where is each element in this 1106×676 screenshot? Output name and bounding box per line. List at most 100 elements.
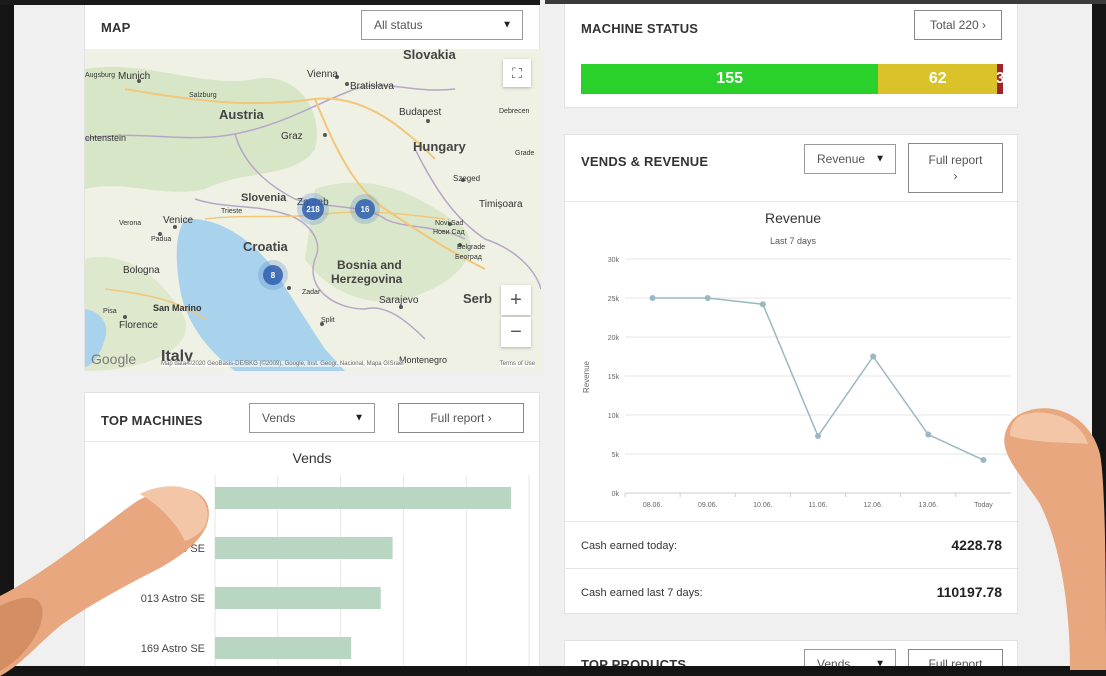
- map-place-label: San Marino: [153, 303, 202, 313]
- revenue-metric-value: Revenue: [817, 152, 866, 166]
- dropdown-arrow-icon: ▼: [875, 658, 885, 667]
- total-machines-button[interactable]: Total 220 ›: [914, 10, 1002, 40]
- zoom-in-button[interactable]: +: [501, 285, 531, 315]
- revenue-metric-select[interactable]: Revenue ▼: [804, 144, 896, 174]
- revenue-data-point: [925, 431, 932, 438]
- revenue-x-tick: 10.06.: [753, 502, 773, 509]
- zoom-out-button[interactable]: −: [501, 317, 531, 347]
- revenue-chart-subtitle: Last 7 days: [770, 236, 817, 246]
- map-place-label: Bosnia and: [337, 258, 402, 272]
- full-report-label: Full report: [430, 411, 485, 425]
- map-terms-link[interactable]: Terms of Use: [499, 361, 535, 367]
- map-place-label: Belgrade: [457, 244, 485, 251]
- chevron-right-icon: ›: [487, 411, 492, 425]
- vends-bar: [215, 537, 393, 559]
- revenue-y-tick: 20k: [608, 335, 620, 342]
- revenue-chart-title: Revenue: [765, 210, 821, 226]
- chevron-right-icon: ›: [982, 18, 987, 32]
- divider: [565, 521, 1019, 522]
- vends-bar: [215, 587, 381, 609]
- revenue-x-tick: 09.06.: [698, 502, 718, 509]
- vends-revenue-title: VENDS & REVENUE: [581, 154, 709, 169]
- map-place-label: Montenegro: [399, 355, 447, 365]
- map-place-label: Graz: [281, 131, 303, 142]
- revenue-data-point: [759, 301, 766, 308]
- machine-status-card: MACHINE STATUS Total 220 › 155 62 3: [564, 0, 1018, 108]
- revenue-y-tick: 5k: [612, 452, 620, 459]
- map-status-select[interactable]: All status ▼: [361, 10, 523, 40]
- map-title: MAP: [101, 20, 131, 35]
- map-place-label: Trieste: [221, 208, 242, 215]
- map-place-label: Padua: [151, 236, 171, 243]
- top-frame-edge: [545, 0, 1106, 4]
- svg-text:218: 218: [306, 205, 320, 214]
- status-segment[interactable]: 3: [997, 64, 1003, 94]
- right-hand-finger: [1004, 408, 1106, 670]
- revenue-x-tick: 13.06.: [919, 502, 939, 509]
- total-label: Total 220: [929, 18, 979, 32]
- map-place-label: Salzburg: [189, 92, 217, 99]
- vends-bar: [215, 637, 352, 659]
- revenue-full-report-button[interactable]: Full report ›: [908, 143, 1003, 193]
- status-segment[interactable]: 62: [878, 64, 998, 94]
- vends-chart-title: Vends: [293, 450, 332, 466]
- svg-text:16: 16: [361, 205, 370, 214]
- vends-bar: [215, 487, 511, 509]
- map-place-label: Slovakia: [403, 49, 457, 62]
- divider: [565, 201, 1019, 202]
- divider: [85, 441, 541, 442]
- revenue-y-tick: 25k: [608, 296, 620, 303]
- map-place-label: Austria: [219, 107, 265, 122]
- map-card: MAP All status ▼ Slovakia Munich Vienna …: [84, 0, 541, 371]
- revenue-data-point: [870, 353, 877, 360]
- machine-status-bar: 155 62 3: [581, 64, 1003, 94]
- revenue-data-point: [815, 433, 821, 440]
- map-place-label: Florence: [119, 320, 158, 331]
- map-canvas: Slovakia Munich Vienna Bratislava Augsbu…: [85, 49, 541, 371]
- map-cluster-marker[interactable]: 16: [350, 194, 380, 224]
- map-view[interactable]: Slovakia Munich Vienna Bratislava Augsbu…: [85, 49, 541, 371]
- map-place-label: Нови Сад: [433, 229, 465, 236]
- map-place-label: Munich: [118, 71, 150, 82]
- dropdown-arrow-icon: ▼: [354, 412, 364, 424]
- cash-7days-label: Cash earned last 7 days:: [581, 587, 703, 599]
- top-machines-title: TOP MACHINES: [101, 413, 203, 428]
- map-place-label: Herzegovina: [331, 272, 403, 286]
- top-products-metric-select[interactable]: Vends ▼: [804, 649, 896, 666]
- top-machines-metric-select[interactable]: Vends ▼: [249, 403, 375, 433]
- top-machines-full-report-button[interactable]: Full report ›: [398, 403, 524, 433]
- map-place-label: Zadar: [302, 289, 321, 296]
- revenue-y-tick: 30k: [608, 257, 620, 264]
- map-attribution: Map data ©2020 GeoBasis-DE/BKG (©2009), …: [161, 361, 404, 367]
- map-status-select-value: All status: [374, 18, 423, 32]
- status-segment[interactable]: 155: [581, 64, 879, 94]
- svg-text:8: 8: [271, 271, 276, 280]
- fullscreen-icon[interactable]: ⛶: [503, 59, 531, 87]
- map-place-label: Split: [321, 317, 335, 324]
- map-place-label: Bratislava: [350, 81, 394, 92]
- top-products-title: TOP PRODUCTS: [581, 657, 687, 666]
- map-place-label: Sarajevo: [379, 295, 419, 306]
- map-place-label: chtenstein: [85, 133, 126, 143]
- map-cluster-marker[interactable]: 8: [258, 260, 288, 290]
- dropdown-arrow-icon: ▼: [875, 153, 885, 165]
- map-place-label: Novi Sad: [435, 220, 464, 227]
- map-place-label: Serb: [463, 291, 492, 306]
- left-hand-finger: [0, 486, 209, 676]
- top-machines-metric-value: Vends: [262, 411, 296, 425]
- map-place-label: Vienna: [307, 69, 338, 80]
- machine-status-title: MACHINE STATUS: [581, 21, 699, 36]
- revenue-x-tick: 12.06.: [863, 502, 883, 509]
- vends-revenue-card: VENDS & REVENUE Revenue ▼ Full report › …: [564, 134, 1019, 614]
- map-place-label: Szeged: [453, 174, 480, 183]
- dropdown-arrow-icon: ▼: [502, 19, 512, 31]
- revenue-x-tick: 11.06.: [809, 502, 828, 509]
- revenue-data-point: [704, 295, 711, 301]
- revenue-data-point: [980, 457, 987, 464]
- map-cluster-marker[interactable]: 218: [297, 193, 329, 225]
- full-report-label: Full report: [928, 153, 983, 167]
- top-products-full-report-button[interactable]: Full report: [908, 649, 1003, 666]
- revenue-x-tick: Today: [974, 502, 993, 509]
- revenue-y-tick: 10k: [608, 413, 620, 420]
- revenue-data-point: [649, 295, 656, 301]
